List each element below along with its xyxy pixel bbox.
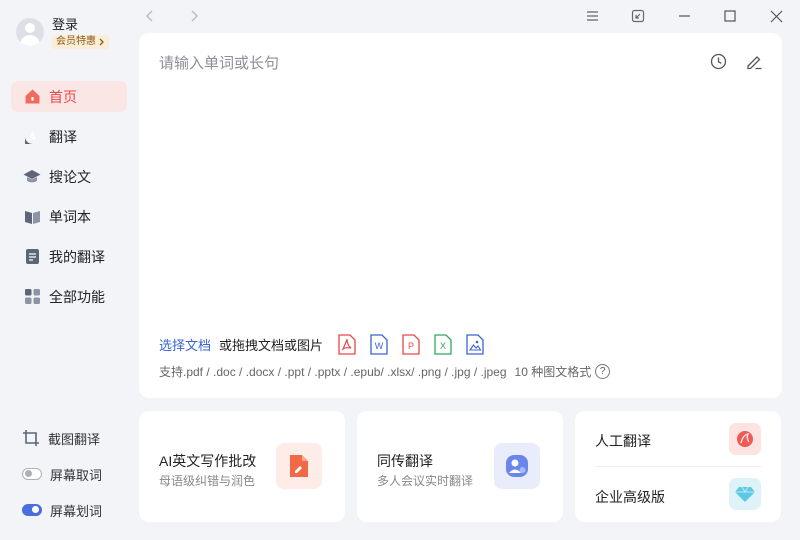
excel-letter: X xyxy=(440,341,446,351)
meeting-icon xyxy=(494,443,540,489)
grid-icon xyxy=(23,288,41,306)
close-icon xyxy=(770,10,782,22)
simultaneous-title: 同传翻译 xyxy=(377,453,433,469)
sidebar-item-label: 翻译 xyxy=(49,128,77,145)
pen-icon xyxy=(746,55,761,69)
sidebar-item-all-features[interactable]: 全部功能 xyxy=(11,281,127,312)
mortarboard-icon xyxy=(23,168,41,186)
maximize-button[interactable] xyxy=(720,6,740,26)
ai-writing-title: AI英文写作批改 xyxy=(159,453,257,469)
maximize-icon xyxy=(724,10,736,22)
word-icon: W xyxy=(369,333,389,355)
menu-button[interactable] xyxy=(582,6,602,26)
word-letter: W xyxy=(375,341,384,351)
chevron-right-icon xyxy=(99,38,104,46)
user-area[interactable]: 登录 会员特惠 xyxy=(16,14,109,49)
choose-document-link[interactable]: 选择文档 xyxy=(159,335,211,354)
ai-writing-subtitle: 母语级纠错与润色 xyxy=(159,474,256,488)
sidebar-item-translate[interactable]: 翻译 xyxy=(11,121,127,152)
hamburger-menu-icon xyxy=(586,11,598,21)
sidebar-item-label: 单词本 xyxy=(49,208,91,225)
chevron-right-icon xyxy=(191,10,198,22)
home-icon xyxy=(23,88,41,106)
crop-icon xyxy=(22,429,40,447)
vip-offer-badge[interactable]: 会员特惠 xyxy=(52,35,109,49)
translate-input[interactable] xyxy=(159,51,699,75)
book-icon xyxy=(23,208,41,226)
excel-icon: X xyxy=(433,333,453,355)
screen-word-pick-toggle[interactable]: 屏幕取词 xyxy=(22,456,132,492)
screenshot-translate-button[interactable]: 截图翻译 xyxy=(22,420,132,456)
sidebar-item-label: 全部功能 xyxy=(49,288,105,305)
sidebar-item-wordbook[interactable]: 单词本 xyxy=(11,201,127,232)
simultaneous-subtitle: 多人会议实时翻译 xyxy=(377,474,474,488)
formats-count: 10 种图文格式 xyxy=(514,365,592,379)
forward-button[interactable] xyxy=(184,6,204,26)
enterprise-edition-row[interactable]: 企业高级版 xyxy=(575,467,781,522)
sidebar-item-home[interactable]: 首页 xyxy=(11,81,127,112)
drag-hint: 或拖拽文档或图片 xyxy=(219,337,324,353)
login-link[interactable]: 登录 xyxy=(52,14,109,33)
ai-writing-icon xyxy=(276,443,322,489)
sidebar: 登录 会员特惠 首页 翻译 搜论文 单词本 我的翻译 全部功能 截图翻译 屏幕取… xyxy=(0,0,138,540)
toggle-on-icon[interactable] xyxy=(22,504,42,516)
sidebar-item-label: 搜论文 xyxy=(49,168,91,185)
ai-writing-card[interactable]: AI英文写作批改 母语级纠错与润色 xyxy=(139,411,345,522)
sidebar-item-search-papers[interactable]: 搜论文 xyxy=(11,161,127,192)
document-upload-row: 选择文档 或拖拽文档或图片 W P X xyxy=(159,333,485,355)
minimize-icon xyxy=(678,15,690,17)
tool-label: 屏幕取词 xyxy=(50,467,103,483)
toggle-off-icon[interactable] xyxy=(22,468,42,480)
sidebar-nav: 首页 翻译 搜论文 单词本 我的翻译 全部功能 xyxy=(11,81,127,321)
enterprise-title: 企业高级版 xyxy=(595,489,665,505)
translate-icon xyxy=(23,128,41,146)
image-icon xyxy=(465,333,485,355)
screen-select-translate-toggle[interactable]: 屏幕划词 xyxy=(22,492,132,528)
help-icon[interactable]: ? xyxy=(595,364,611,379)
tool-label: 截图翻译 xyxy=(48,431,101,447)
close-button[interactable] xyxy=(766,6,786,26)
chevron-left-icon xyxy=(146,10,153,22)
tool-label: 屏幕划词 xyxy=(50,503,103,519)
pdf-icon xyxy=(337,333,357,355)
translate-input-card: 选择文档 或拖拽文档或图片 W P X 支持.pdf / .doc / .doc… xyxy=(139,33,782,398)
human-translation-icon xyxy=(729,423,761,455)
human-translation-row[interactable]: 人工翻译 xyxy=(575,411,781,466)
ppt-icon: P xyxy=(401,333,421,355)
sidebar-item-my-translations[interactable]: 我的翻译 xyxy=(11,241,127,272)
quick-tools: 截图翻译 屏幕取词 屏幕划词 xyxy=(22,420,132,528)
sidebar-item-label: 我的翻译 xyxy=(49,248,105,265)
mini-window-icon xyxy=(631,9,645,23)
history-button[interactable] xyxy=(708,51,728,71)
human-translation-title: 人工翻译 xyxy=(595,433,651,449)
ppt-letter: P xyxy=(408,341,414,351)
supported-formats-text: 支持.pdf / .doc / .docx / .ppt / .pptx / .… xyxy=(159,365,507,379)
mini-mode-button[interactable] xyxy=(628,6,648,26)
supported-formats: 支持.pdf / .doc / .docx / .ppt / .pptx / .… xyxy=(159,363,611,380)
clock-icon xyxy=(710,53,726,69)
document-icon xyxy=(23,248,41,266)
title-bar xyxy=(138,0,800,32)
help-glyph: ? xyxy=(599,366,606,377)
simultaneous-interpretation-card[interactable]: 同传翻译 多人会议实时翻译 xyxy=(357,411,563,522)
diamond-icon xyxy=(729,478,761,510)
back-button[interactable] xyxy=(140,6,160,26)
sidebar-item-label: 首页 xyxy=(49,88,77,105)
avatar[interactable] xyxy=(16,17,44,46)
services-card: 人工翻译 企业高级版 xyxy=(575,411,781,522)
vip-offer-label: 会员特惠 xyxy=(56,36,96,47)
minimize-button[interactable] xyxy=(674,6,694,26)
handwriting-button[interactable] xyxy=(744,51,764,71)
